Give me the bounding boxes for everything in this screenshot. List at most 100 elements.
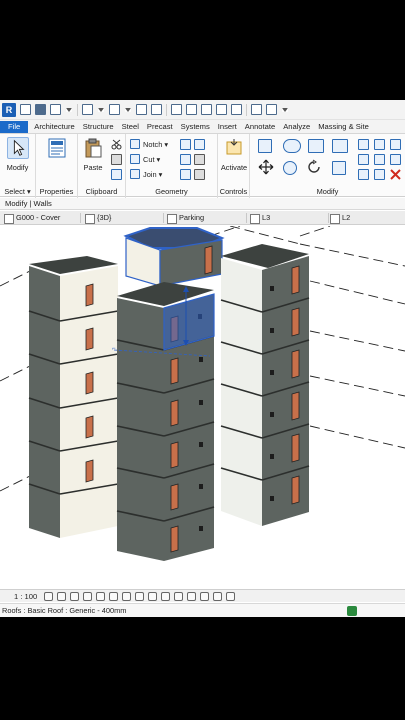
properties-button[interactable]	[44, 137, 70, 163]
view-tab-l2[interactable]: L2	[328, 211, 350, 225]
remove-paint-icon[interactable]	[180, 169, 191, 180]
view-tab-l3[interactable]: L3	[248, 211, 270, 225]
panel-modify: Modify	[250, 134, 405, 198]
filter-icon[interactable]	[347, 606, 357, 616]
trim-extend-icon[interactable]	[332, 161, 346, 175]
show-crop-icon[interactable]	[122, 591, 132, 601]
app-logo[interactable]: R	[2, 102, 16, 117]
reveal-constraints-icon[interactable]	[213, 591, 223, 601]
copy-icon[interactable]	[111, 154, 122, 165]
redo-icon[interactable]	[109, 104, 120, 115]
tab-analyze[interactable]: Analyze	[279, 121, 314, 133]
switch-windows-icon[interactable]	[266, 104, 277, 115]
move-icon[interactable]	[258, 159, 274, 175]
tab-structure[interactable]: Structure	[79, 121, 118, 133]
tab-architecture[interactable]: Architecture	[30, 121, 79, 133]
lock-view-icon[interactable]	[135, 591, 145, 601]
undo-dropdown-icon[interactable]	[98, 107, 104, 112]
split-face-icon[interactable]	[180, 139, 191, 150]
scissors-icon[interactable]	[111, 139, 122, 150]
select-panel-label[interactable]: Select ▾	[0, 187, 35, 196]
tab-file[interactable]: File	[0, 121, 29, 133]
sun-path-icon[interactable]	[70, 591, 80, 601]
worksharing-icon[interactable]	[174, 591, 184, 601]
close-hidden-icon[interactable]	[251, 104, 262, 115]
save-icon[interactable]	[35, 104, 46, 115]
align-icon[interactable]	[258, 139, 272, 153]
highlight-displacement-icon[interactable]	[200, 591, 210, 601]
measure-icon[interactable]	[151, 104, 162, 115]
redo-dropdown-icon[interactable]	[125, 107, 131, 112]
mirror-icon[interactable]	[308, 139, 324, 153]
notch-label: Notch ▾	[143, 139, 169, 149]
unpin-icon[interactable]	[390, 154, 401, 165]
3d-viewport[interactable]: ⌐	[0, 226, 405, 589]
tab-steel[interactable]: Steel	[118, 121, 143, 133]
join-button[interactable]: Join ▾	[130, 169, 162, 179]
3d-view-icon[interactable]	[216, 104, 227, 115]
panel-select: Modify Select ▾	[0, 134, 36, 198]
render-icon[interactable]	[96, 591, 106, 601]
tag-icon[interactable]	[186, 104, 197, 115]
print-icon[interactable]	[136, 104, 147, 115]
tower-c[interactable]	[220, 244, 310, 526]
tab-insert[interactable]: Insert	[214, 121, 241, 133]
activate-icon	[226, 139, 242, 155]
wall-joins-icon[interactable]	[180, 154, 191, 165]
extend-icon[interactable]	[374, 169, 385, 180]
crop-view-icon[interactable]	[109, 591, 119, 601]
open-icon[interactable]	[20, 104, 31, 115]
shadows-icon[interactable]	[83, 591, 93, 601]
section-icon[interactable]	[231, 104, 242, 115]
aligned-dimension-icon[interactable]	[171, 104, 182, 115]
options-bar: Modify | Walls	[0, 198, 405, 210]
tab-annotate[interactable]: Annotate	[241, 121, 279, 133]
view-control-bar: 1 : 100	[0, 589, 405, 602]
geometry-panel-label: Geometry	[155, 187, 188, 196]
tab-massing-site[interactable]: Massing & Site	[314, 121, 373, 133]
offset-icon[interactable]	[283, 139, 301, 153]
mirror-draw-icon[interactable]	[332, 139, 348, 153]
match-properties-icon[interactable]	[111, 169, 122, 180]
rotate-icon[interactable]	[306, 159, 322, 175]
sync-icon[interactable]	[50, 104, 61, 115]
paste-button[interactable]: Paste	[80, 137, 106, 172]
delete-icon[interactable]	[390, 169, 401, 180]
detail-level-icon[interactable]	[44, 591, 54, 601]
ribbon: Modify Select ▾ Properties Paste Clipboa…	[0, 133, 405, 198]
array-icon[interactable]	[358, 154, 369, 165]
pin-icon[interactable]	[374, 154, 385, 165]
tower-d[interactable]: ⌐	[112, 282, 215, 561]
building-model[interactable]: ⌐	[0, 226, 405, 589]
cursor-hover-icon[interactable]	[194, 154, 205, 165]
visual-style-icon[interactable]	[57, 591, 67, 601]
demolish-icon[interactable]	[194, 169, 205, 180]
text-icon[interactable]	[201, 104, 212, 115]
modify-cursor-icon	[6, 137, 29, 159]
split-icon[interactable]	[358, 139, 369, 150]
scale-label[interactable]: 1 : 100	[0, 592, 42, 601]
reveal-hidden-icon[interactable]	[161, 591, 171, 601]
view-tab-3d[interactable]: {3D}	[83, 211, 111, 225]
trim-icon[interactable]	[358, 169, 369, 180]
view-tab-parking[interactable]: Parking	[165, 211, 204, 225]
notch-button[interactable]: Notch ▾	[130, 139, 168, 149]
dropdown-icon[interactable]	[66, 107, 72, 112]
temp-hide-icon[interactable]	[148, 591, 158, 601]
tower-b[interactable]	[123, 227, 225, 287]
tab-precast[interactable]: Precast	[143, 121, 177, 133]
tower-a[interactable]	[28, 256, 119, 538]
paint-icon[interactable]	[194, 139, 205, 150]
scale-icon[interactable]	[390, 139, 401, 150]
analytical-model-icon[interactable]	[187, 591, 197, 601]
customize-toolbar-icon[interactable]	[282, 107, 288, 112]
cut-button[interactable]: Cut ▾	[130, 154, 160, 164]
expand-icon[interactable]	[226, 591, 236, 601]
view-tab-cover[interactable]: G000 - Cover	[2, 211, 60, 225]
tab-systems[interactable]: Systems	[177, 121, 214, 133]
modify-button[interactable]: Modify	[3, 137, 32, 172]
copy-elements-icon[interactable]	[283, 161, 297, 175]
undo-icon[interactable]	[82, 104, 93, 115]
split-gap-icon[interactable]	[374, 139, 385, 150]
activate-button[interactable]: Activate	[218, 137, 250, 172]
